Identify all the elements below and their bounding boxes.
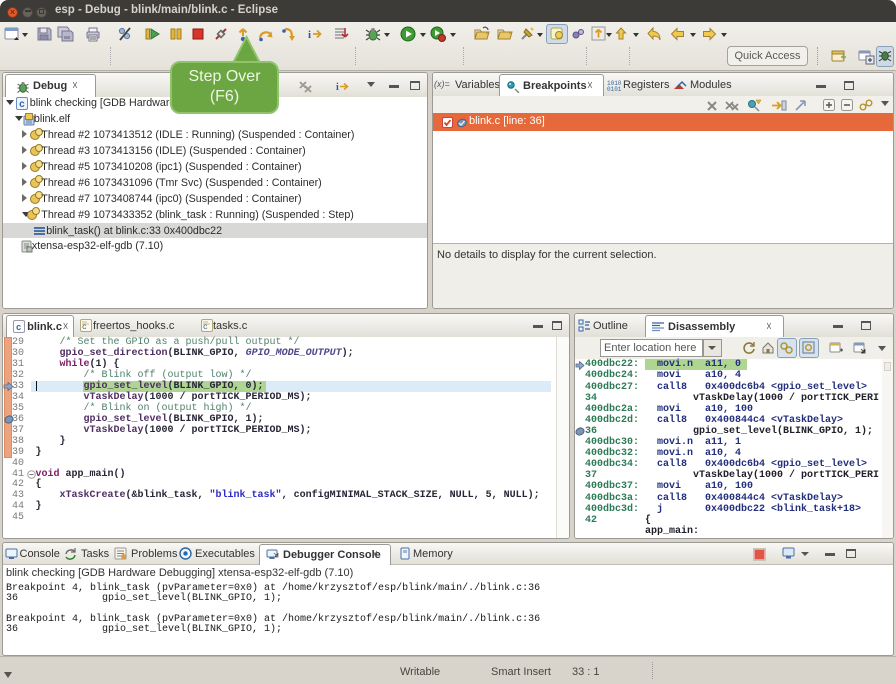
svg-text:i: i — [336, 82, 339, 93]
svg-text:i: i — [308, 29, 311, 41]
svg-text:c: c — [19, 100, 25, 110]
svg-text:c: c — [16, 323, 21, 333]
svg-text:0101: 0101 — [607, 86, 621, 92]
